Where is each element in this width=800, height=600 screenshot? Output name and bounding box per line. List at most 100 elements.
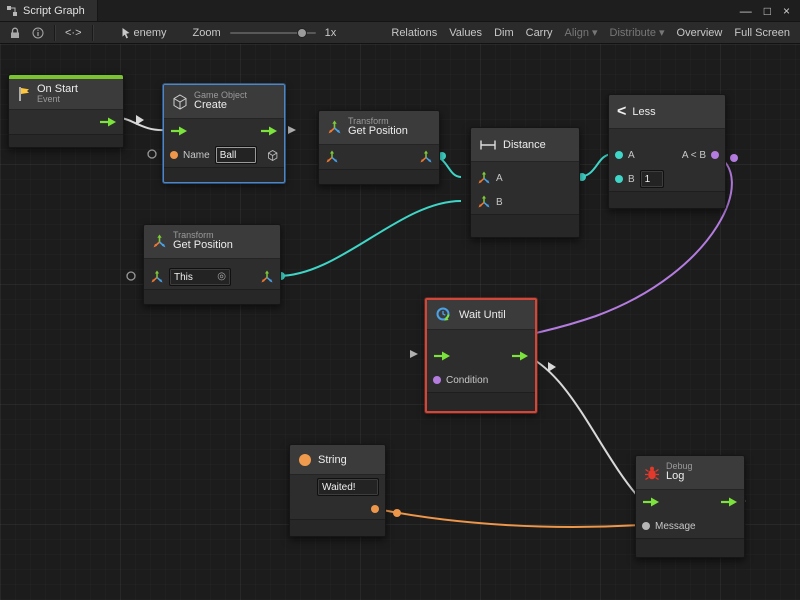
graph-toolbar: <·> enemy Zoom 1x Relations Values Dim C… bbox=[0, 22, 800, 44]
align-dropdown[interactable]: Align ▾ bbox=[559, 22, 604, 43]
node-string-literal[interactable]: String bbox=[289, 444, 386, 537]
carry-label: Carry bbox=[526, 27, 553, 39]
graph-canvas[interactable]: On Start Event Game Object Create bbox=[0, 44, 800, 600]
wire-arrowhead bbox=[548, 362, 556, 372]
flow-stub-arrow bbox=[410, 350, 418, 358]
transform-icon bbox=[152, 234, 167, 249]
gameobject-out-port[interactable] bbox=[267, 149, 278, 162]
target-picker-icon[interactable]: ◎ bbox=[217, 272, 226, 282]
flow-out-port[interactable] bbox=[260, 126, 278, 136]
node-get-position-2[interactable]: Transform Get Position This ◎ bbox=[143, 224, 281, 305]
default-value-toggle[interactable] bbox=[127, 272, 135, 280]
default-value-toggle[interactable] bbox=[148, 150, 156, 158]
wire-arrowhead bbox=[136, 115, 144, 125]
this-value: This bbox=[174, 272, 193, 283]
vector3-in-port-b[interactable] bbox=[477, 195, 491, 209]
condition-label: Condition bbox=[446, 375, 488, 386]
close-button[interactable]: × bbox=[783, 0, 790, 22]
zoom-value: 1x bbox=[325, 27, 337, 39]
values-label: Values bbox=[449, 27, 482, 39]
align-label: Align bbox=[565, 27, 589, 39]
wire-flow-waituntil-log[interactable] bbox=[523, 354, 641, 500]
number-in-port-a[interactable] bbox=[615, 151, 623, 159]
info-button[interactable] bbox=[26, 22, 50, 43]
message-in-port[interactable] bbox=[642, 522, 650, 530]
wire-getposition-distance-b[interactable] bbox=[278, 201, 461, 276]
zoom-slider-knob[interactable] bbox=[297, 28, 307, 38]
overview-label: Overview bbox=[677, 27, 723, 39]
carry-button[interactable]: Carry bbox=[520, 22, 559, 43]
distribute-dropdown[interactable]: Distribute ▾ bbox=[604, 22, 671, 43]
overview-button[interactable]: Overview bbox=[671, 22, 729, 43]
tab-title: Script Graph bbox=[23, 5, 85, 17]
string-in-port[interactable] bbox=[170, 151, 178, 159]
bug-icon bbox=[644, 466, 660, 480]
flow-out-port[interactable] bbox=[511, 351, 529, 361]
wait-clock-icon bbox=[435, 306, 453, 324]
dim-button[interactable]: Dim bbox=[488, 22, 520, 43]
string-value-input[interactable] bbox=[317, 478, 379, 496]
cube-icon bbox=[172, 94, 188, 110]
output-label: A < B bbox=[682, 150, 706, 161]
fullscreen-button[interactable]: Full Screen bbox=[728, 22, 796, 43]
node-title: String bbox=[318, 454, 347, 466]
less-icon: < bbox=[617, 104, 626, 120]
vector3-out-port[interactable] bbox=[260, 270, 274, 284]
port-label-a: A bbox=[496, 173, 503, 184]
flow-in-port[interactable] bbox=[170, 126, 188, 136]
name-input[interactable] bbox=[215, 146, 257, 164]
chevron-down-icon: ▾ bbox=[592, 26, 598, 39]
bool-out-port[interactable] bbox=[711, 151, 719, 159]
values-button[interactable]: Values bbox=[443, 22, 488, 43]
port-label-b: B bbox=[496, 197, 503, 208]
message-label: Message bbox=[655, 521, 696, 532]
tab-script-graph[interactable]: Script Graph bbox=[0, 0, 98, 21]
node-distance[interactable]: Distance A B bbox=[470, 127, 580, 238]
lock-icon bbox=[10, 27, 20, 39]
zoom-slider[interactable] bbox=[230, 32, 316, 34]
transform-icon bbox=[327, 120, 342, 135]
window-controls: — □ × bbox=[740, 0, 800, 22]
vector3-out-port[interactable] bbox=[419, 150, 433, 164]
flow-stub-arrow bbox=[288, 126, 296, 134]
flow-in-port[interactable] bbox=[433, 351, 451, 361]
b-value-input[interactable] bbox=[640, 170, 664, 188]
node-title: Create bbox=[194, 100, 247, 112]
node-less[interactable]: < Less A A < B B bbox=[608, 94, 726, 209]
transform-in-port[interactable] bbox=[325, 150, 339, 164]
relations-button[interactable]: Relations bbox=[385, 22, 443, 43]
node-title: Less bbox=[632, 106, 655, 118]
ruler-icon bbox=[479, 139, 497, 151]
node-wait-until[interactable]: Wait Until Condition bbox=[425, 298, 537, 413]
node-create-gameobject[interactable]: Game Object Create Name bbox=[163, 84, 285, 183]
transform-in-port[interactable] bbox=[150, 270, 164, 284]
number-in-port-b[interactable] bbox=[615, 175, 623, 183]
minimize-button[interactable]: — bbox=[740, 0, 752, 22]
zoom-label: Zoom bbox=[193, 27, 221, 39]
condition-in-port[interactable] bbox=[433, 376, 441, 384]
window-titlebar: Script Graph — □ × bbox=[0, 0, 800, 22]
maximize-button[interactable]: □ bbox=[764, 0, 771, 22]
value-bead bbox=[730, 154, 738, 162]
info-icon bbox=[32, 27, 44, 39]
script-graph-icon bbox=[6, 5, 18, 17]
flow-in-port[interactable] bbox=[642, 497, 660, 507]
node-get-position-1[interactable]: Transform Get Position bbox=[318, 110, 440, 185]
zoom-control: Zoom 1x bbox=[187, 22, 343, 43]
node-title: Get Position bbox=[348, 126, 408, 138]
lock-button[interactable] bbox=[4, 22, 26, 43]
flow-out-port[interactable] bbox=[720, 497, 738, 507]
graph-owner-label: enemy bbox=[134, 27, 167, 39]
graph-owner-button[interactable]: enemy bbox=[115, 22, 173, 43]
node-on-start-event[interactable]: On Start Event bbox=[8, 74, 124, 148]
string-out-port[interactable] bbox=[371, 505, 379, 513]
node-title: Log bbox=[666, 471, 693, 483]
this-field[interactable]: This ◎ bbox=[169, 268, 231, 286]
node-debug-log[interactable]: Debug Log Message bbox=[635, 455, 745, 558]
value-bead bbox=[393, 509, 401, 517]
vector3-in-port-a[interactable] bbox=[477, 171, 491, 185]
wire-string-log-message[interactable] bbox=[372, 508, 641, 527]
node-title: Get Position bbox=[173, 240, 233, 252]
flow-out-port[interactable] bbox=[99, 117, 117, 127]
inspect-button[interactable]: <·> bbox=[59, 22, 88, 43]
